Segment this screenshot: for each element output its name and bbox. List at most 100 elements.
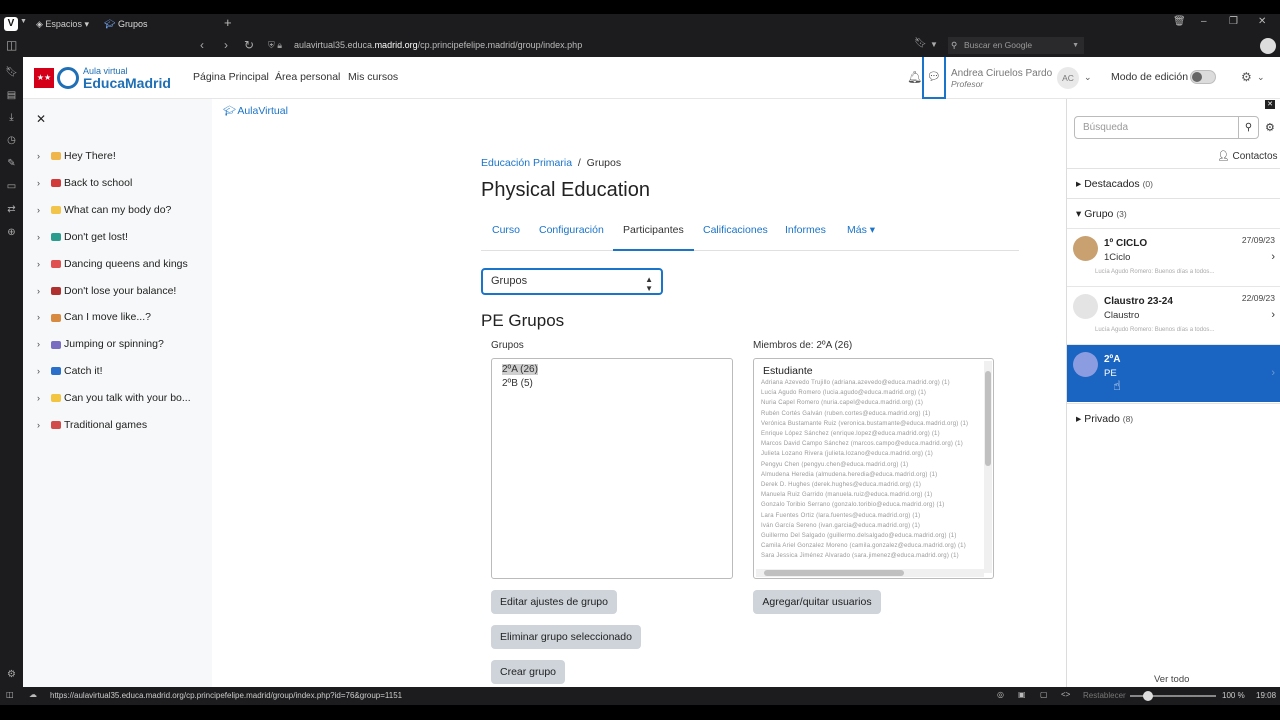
course-section-item[interactable]: › Can I move like...? (37, 311, 151, 323)
chevron-down-icon[interactable]: ▼ (20, 18, 27, 25)
member-option[interactable]: Nuria Capel Romero (nuria.capel@educa.ma… (761, 400, 923, 406)
member-option[interactable]: Marcos David Campo Sánchez (marcos.campo… (761, 441, 963, 447)
search-engine-field[interactable]: ⚲ Buscar en Google ▼ (948, 37, 1084, 54)
code-icon[interactable]: <> (1061, 690, 1070, 699)
create-group-button[interactable]: Crear grupo (491, 660, 565, 684)
course-section-item[interactable]: › Dancing queens and kings (37, 258, 188, 270)
zoom-slider[interactable] (1130, 691, 1216, 701)
member-option[interactable]: Derek D. Hughes (derek.hughes@educa.madr… (761, 482, 921, 488)
vertical-scrollbar[interactable] (984, 361, 992, 573)
nav-my-courses[interactable]: Mis cursos (348, 71, 398, 83)
window-panel-icon[interactable]: ▭ (5, 181, 18, 194)
page-actions-icon[interactable]: ◎ (997, 690, 1004, 699)
course-section-item[interactable]: › Can you talk with your bo... (37, 392, 191, 404)
notes-icon[interactable]: ✎ (5, 158, 18, 171)
member-option[interactable]: Lucía Agudo Romero (lucia.agudo@educa.ma… (761, 390, 926, 396)
user-avatar[interactable]: AC (1057, 67, 1079, 89)
history-icon[interactable]: ◷ (5, 135, 18, 148)
edit-group-button[interactable]: Editar ajustes de grupo (491, 590, 617, 614)
member-option[interactable]: Camila Ariel Gonzalez Moreno (camila.gon… (761, 543, 966, 549)
add-panel-icon[interactable]: ⊕ (5, 227, 18, 240)
conversation-item[interactable]: 1º CICLO 27/09/23 1Ciclo Lucía Agudo Romero… (1067, 228, 1280, 286)
image-icon[interactable]: ▣ (1018, 690, 1026, 699)
url-field[interactable]: ⛨ 🔒︎ aulavirtual35.educa.madrid.org/cp.p… (264, 37, 944, 54)
member-option[interactable]: Guillermo Del Salgado (guillermo.delsalg… (761, 533, 957, 539)
groups-listbox[interactable]: 2ºA (26) 2ºB (5) (491, 358, 733, 579)
top-breadcrumb[interactable]: 🎓︎ AulaVirtual (223, 105, 288, 117)
course-section-item[interactable]: › Don't lose your balance! (37, 285, 176, 297)
course-section-item[interactable]: › Catch it! (37, 365, 103, 377)
back-icon[interactable]: ‹ (200, 38, 204, 52)
profile-avatar[interactable] (1260, 38, 1276, 54)
group-section[interactable]: ▾ Grupo (3) (1067, 198, 1280, 228)
workspaces-button[interactable]: ◈ Espacios ▾ (36, 16, 98, 32)
forward-icon[interactable]: › (224, 38, 228, 52)
settings-gear-icon[interactable]: ⚙ (1265, 121, 1275, 134)
tab-more[interactable]: Más ▾ (847, 224, 875, 251)
participants-view-select[interactable]: Grupos ▲ ▼ (481, 268, 663, 295)
logo-title[interactable]: EducaMadrid (83, 75, 171, 91)
tiling-icon[interactable]: ▢ (1040, 690, 1048, 699)
tab-grupos[interactable]: 🎓︎ Grupos (100, 16, 218, 32)
course-section-item[interactable]: › Hey There! (37, 150, 116, 162)
chevron-right-icon[interactable]: › (37, 339, 51, 349)
member-option[interactable]: Almudena Heredia (almudena.heredia@educa… (761, 472, 937, 478)
tab-settings[interactable]: Configuración (539, 224, 604, 251)
course-section-item[interactable]: › Back to school (37, 177, 132, 189)
chevron-right-icon[interactable]: › (1271, 251, 1275, 263)
chevron-right-icon[interactable]: › (1271, 309, 1275, 321)
chevron-right-icon[interactable]: › (1271, 367, 1275, 379)
add-remove-users-button[interactable]: Agregar/quitar usuarios (753, 590, 881, 614)
nav-home[interactable]: Página Principal (193, 71, 269, 83)
zoom-reset-button[interactable]: Restablecer (1083, 691, 1126, 700)
chevron-right-icon[interactable]: › (37, 151, 51, 161)
member-option[interactable]: Iván García Sereno (ivan.garcia@educa.ma… (761, 523, 920, 529)
course-section-item[interactable]: › Traditional games (37, 419, 147, 431)
translate-icon[interactable]: ⇄ (5, 204, 18, 217)
minimize-icon[interactable]: – (1201, 16, 1207, 27)
tab-reports[interactable]: Informes (785, 224, 826, 251)
contacts-link[interactable]: 👤︎ Contactos (1217, 151, 1278, 162)
member-option[interactable]: Lara Fuentes Ortiz (lara.fuentes@educa.m… (761, 513, 920, 519)
bookmark-icon[interactable]: 🔖︎ (914, 38, 927, 49)
course-section-item[interactable]: › Jumping or spinning? (37, 338, 164, 350)
edit-mode-toggle[interactable] (1190, 70, 1216, 84)
zoom-slider-handle[interactable] (1142, 691, 1153, 701)
member-option[interactable]: Enrique López Sánchez (enrique.lopez@edu… (761, 431, 940, 437)
chevron-down-icon[interactable]: ⌄ (1084, 72, 1092, 83)
member-option[interactable]: Pengyu Chen (pengyu.chen@educa.madrid.or… (761, 462, 908, 468)
chevron-right-icon[interactable]: › (37, 259, 51, 269)
view-all-link[interactable]: Ver todo (1154, 674, 1189, 685)
member-option[interactable]: Julieta Lozano Rivera (julieta.lozano@ed… (761, 451, 933, 457)
reading-list-icon[interactable]: ▤ (5, 90, 18, 103)
course-section-item[interactable]: › Don't get lost! (37, 231, 128, 243)
chevron-right-icon[interactable]: › (37, 312, 51, 322)
group-option[interactable]: 2ºB (5) (502, 378, 533, 389)
message-search-input[interactable]: Búsqueda (1074, 116, 1239, 139)
chevron-right-icon[interactable]: › (37, 178, 51, 188)
chevron-right-icon[interactable]: › (37, 420, 51, 430)
starred-section[interactable]: ▸ Destacados (0) (1067, 168, 1280, 198)
panel-toggle-icon[interactable]: ◫ (6, 38, 17, 52)
breadcrumb-parent[interactable]: Educación Primaria (481, 157, 572, 169)
delete-group-button[interactable]: Eliminar grupo seleccionado (491, 625, 641, 649)
private-section[interactable]: ▸ Privado (8) (1067, 403, 1280, 433)
conversation-item[interactable]: 2ºA PE › ☝ (1067, 344, 1280, 402)
bookmarks-panel-icon[interactable]: 🔖︎ (5, 67, 18, 80)
close-icon[interactable]: ✕ (1265, 100, 1275, 109)
trash-icon[interactable]: 🗑︎ (1173, 16, 1186, 27)
tab-grades[interactable]: Calificaciones (703, 224, 768, 251)
search-icon[interactable]: ⚲ (1238, 116, 1259, 139)
maximize-icon[interactable]: ❐ (1229, 16, 1238, 27)
downloads-icon[interactable]: ⤓ (5, 112, 18, 125)
user-name[interactable]: Andrea Ciruelos Pardo (951, 68, 1052, 79)
member-option[interactable]: Gonzalo Toribio Serrano (gonzalo.toribio… (761, 502, 944, 508)
close-icon[interactable]: ✕ (36, 112, 46, 126)
member-option[interactable]: Rubén Cortés Galván (ruben.cortes@educa.… (761, 411, 931, 417)
member-option[interactable]: Manuela Ruiz Garrido (manuela.ruiz@educa… (761, 492, 932, 498)
tab-course[interactable]: Curso (492, 224, 520, 251)
member-option[interactable]: Adriana Azevedo Trujillo (adriana.azeved… (761, 380, 950, 386)
chevron-right-icon[interactable]: › (37, 393, 51, 403)
group-option[interactable]: 2ºA (26) (502, 364, 538, 375)
notifications-bell-icon[interactable]: 🔔︎ (907, 70, 922, 84)
